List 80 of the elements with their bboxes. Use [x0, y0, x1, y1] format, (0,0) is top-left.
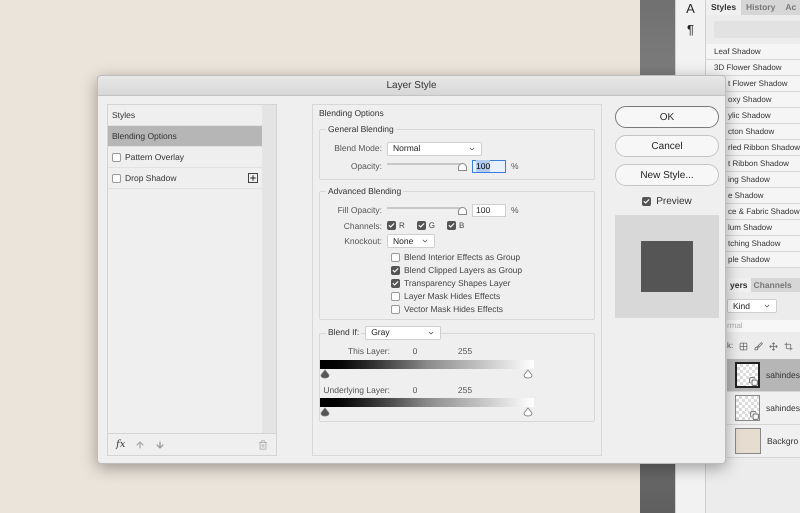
checkbox[interactable] [391, 292, 400, 301]
option-label: Blend Interior Effects as Group [404, 250, 520, 264]
field-label: This Layer: [346, 344, 390, 358]
percent-sign: % [511, 160, 519, 172]
grid-icon[interactable] [739, 342, 748, 350]
percent-sign: % [511, 204, 519, 216]
channel-label: B [459, 220, 464, 232]
window-title: Layer Style [386, 79, 437, 93]
option-label: Transparency Shapes Layer [404, 276, 510, 290]
range-thumb[interactable] [523, 407, 533, 418]
range-high-value: 255 [456, 384, 474, 396]
preview-square [641, 241, 693, 292]
dialog-button[interactable]: OK [615, 106, 719, 128]
dialog-button[interactable]: New Style... [615, 164, 719, 186]
group-title: Advanced Blending [326, 184, 404, 198]
field-label: Opacity: [350, 160, 382, 172]
channel-label: G [428, 220, 436, 232]
range-thumb[interactable] [320, 407, 330, 418]
checkbox[interactable] [391, 278, 400, 288]
dialog-button[interactable]: Cancel [615, 135, 719, 157]
smart-object-icon [748, 377, 758, 386]
range-high-value: 255 [456, 344, 474, 358]
brush-icon[interactable] [754, 342, 764, 350]
number-field[interactable]: 100 [472, 160, 506, 172]
field-value: 100 [476, 160, 490, 172]
opacity-slider[interactable] [387, 204, 467, 216]
panel-tab[interactable]: Styles [706, 0, 742, 15]
opacity-slider[interactable] [387, 160, 467, 172]
field-label: Blend Mode: [333, 142, 382, 155]
preview-label: Preview [656, 195, 692, 209]
list-header: Styles [112, 108, 136, 122]
option-label: Layer Mask Hides Effects [404, 290, 500, 303]
style-list-item[interactable]: Blending Options [108, 126, 262, 147]
slider-thumb[interactable] [458, 163, 467, 171]
smart-object-icon [750, 411, 759, 420]
crop-icon[interactable] [784, 342, 794, 350]
channel-label: R [399, 220, 405, 232]
preview-checkbox[interactable] [642, 197, 652, 206]
checkbox[interactable] [387, 221, 396, 230]
range-low-value: 0 [412, 384, 418, 396]
add-effect-button[interactable] [248, 173, 258, 183]
group-title: General Blending [326, 122, 396, 136]
layer-thumbnail [735, 428, 761, 454]
checkbox[interactable] [391, 304, 400, 314]
range-thumb[interactable] [320, 368, 330, 378]
checkbox[interactable] [112, 152, 121, 162]
chevron-down-icon [763, 302, 771, 310]
move-down-icon[interactable] [155, 440, 166, 450]
field-label: Underlying Layer: [322, 384, 390, 396]
field-label: Fill Opacity: [336, 204, 382, 216]
field-value: 100 [476, 204, 490, 216]
layer-row[interactable]: sahindes [727, 392, 800, 425]
move-icon[interactable] [769, 342, 778, 350]
checkbox[interactable] [447, 221, 456, 230]
blend-mode-dropdown[interactable]: Normal [387, 142, 482, 156]
slider-thumb[interactable] [458, 207, 467, 215]
checkbox[interactable] [391, 266, 400, 275]
lock-label: k: [727, 340, 734, 352]
layer-row[interactable]: sahindes [727, 359, 800, 392]
option-label: Blend Clipped Layers as Group [404, 264, 522, 277]
style-list-item[interactable]: Drop Shadow [108, 168, 262, 189]
option-label: Vector Mask Hides Effects [404, 302, 504, 316]
layer-row[interactable]: Backgro [727, 425, 800, 458]
field-label: Channels: [342, 220, 382, 232]
fx-icon[interactable]: fx [116, 437, 126, 452]
knockout-dropdown[interactable]: None [387, 234, 435, 248]
filter-dropdown[interactable]: Kind [727, 299, 777, 313]
tool-glyph[interactable]: ¶ [687, 22, 694, 38]
panel-tab[interactable]: yers [727, 278, 750, 292]
checkbox[interactable] [391, 252, 400, 262]
range-thumb[interactable] [523, 368, 533, 378]
checkbox[interactable] [416, 221, 426, 230]
blend-if-dropdown[interactable]: Gray [365, 326, 442, 340]
style-list-item[interactable]: Pattern Overlay [108, 147, 262, 168]
section-title: Blending Options [319, 107, 385, 120]
checkbox[interactable] [112, 174, 121, 182]
field-label: Knockout: [343, 234, 382, 248]
tool-glyph[interactable]: A [686, 1, 695, 17]
number-field[interactable]: 100 [472, 204, 506, 216]
range-low-value: 0 [412, 344, 418, 358]
